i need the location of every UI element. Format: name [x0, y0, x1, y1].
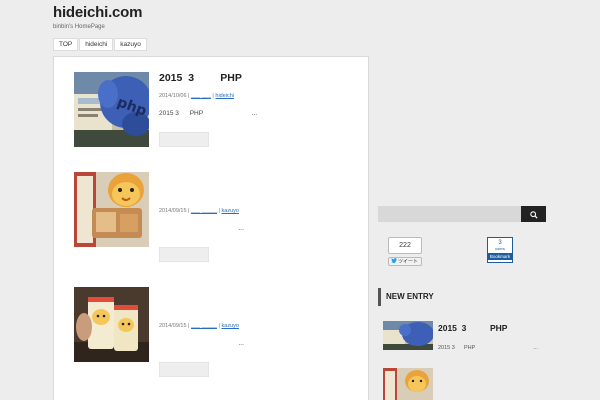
read-more-button[interactable] — [159, 247, 209, 262]
post-thumbnail-cups[interactable] — [74, 287, 149, 362]
nav-item-kazuyo[interactable]: kazuyo — [114, 38, 147, 51]
hatena-bookmark-label: Bookmark — [488, 253, 512, 260]
entry-thumbnail-cookies[interactable] — [383, 368, 433, 400]
post-category-link[interactable]: ___ _____ — [191, 208, 217, 214]
hatena-users-label: users — [495, 246, 505, 251]
post-category-link[interactable]: ___ _____ — [191, 323, 217, 329]
post-meta: 2014/09/15 | ___ _____ | kazuyo — [159, 323, 239, 329]
post-item: 2014/09/15 | ___ _____ | kazuyo ... — [74, 172, 364, 272]
site-description: binbin's HomePage — [53, 24, 105, 30]
hatena-bookmark-button[interactable]: 3 users Bookmark — [487, 237, 513, 263]
new-entry-item: 2015 3 PHP 2015 3 PHP ... — [383, 321, 546, 361]
entry-thumbnail-php-elephant[interactable] — [383, 321, 433, 350]
twitter-share: 222 ツイート — [388, 237, 422, 266]
post-excerpt: ... — [159, 340, 244, 347]
post-list: php 2015 3 PHP 2014/10/06 | ___ ___ | hi… — [53, 56, 369, 400]
post-meta: 2014/10/06 | ___ ___ | hideichi — [159, 93, 234, 99]
post-date: 2014/09/15 | — [159, 323, 192, 329]
post-tag-link[interactable]: kazuyo — [222, 208, 239, 214]
post-tag-link[interactable]: kazuyo — [222, 323, 239, 329]
search-input[interactable] — [378, 206, 521, 222]
site-title[interactable]: hideichi.com — [53, 4, 142, 21]
post-thumbnail-php-elephant[interactable]: php — [74, 72, 149, 147]
entry-title[interactable]: 2015 3 PHP — [438, 323, 507, 333]
tweet-label: ツイート — [398, 259, 419, 265]
post-title[interactable]: 2015 3 PHP — [159, 72, 242, 84]
new-entry-item — [383, 368, 546, 400]
entry-excerpt: 2015 3 PHP ... — [438, 345, 538, 351]
read-more-button[interactable] — [159, 362, 209, 377]
post-item: php 2015 3 PHP 2014/10/06 | ___ ___ | hi… — [74, 72, 364, 172]
twitter-bird-icon — [391, 258, 397, 265]
post-tag-link[interactable]: hideichi — [215, 93, 234, 99]
post-category-link[interactable]: ___ ___ — [191, 93, 211, 99]
post-date: 2014/10/06 | — [159, 93, 192, 99]
tweet-button[interactable]: ツイート — [388, 257, 422, 266]
main-nav: TOP hideichi kazuyo — [53, 38, 148, 51]
nav-item-top[interactable]: TOP — [53, 38, 79, 51]
post-item: 2014/09/15 | ___ _____ | kazuyo ... — [74, 287, 364, 387]
share-count: 222 — [388, 237, 422, 254]
post-excerpt: 2015 3 PHP ... — [159, 110, 258, 117]
search-form — [378, 206, 546, 222]
post-excerpt: ... — [159, 225, 244, 232]
post-date: 2014/09/15 | — [159, 208, 192, 214]
post-meta: 2014/09/15 | ___ _____ | kazuyo — [159, 208, 239, 214]
nav-item-hideichi[interactable]: hideichi — [79, 38, 114, 51]
post-thumbnail-cookies[interactable] — [74, 172, 149, 247]
read-more-button[interactable] — [159, 132, 209, 147]
new-entry-heading: NEW ENTRY — [378, 288, 546, 306]
search-icon — [529, 207, 538, 222]
search-button[interactable] — [521, 206, 546, 222]
